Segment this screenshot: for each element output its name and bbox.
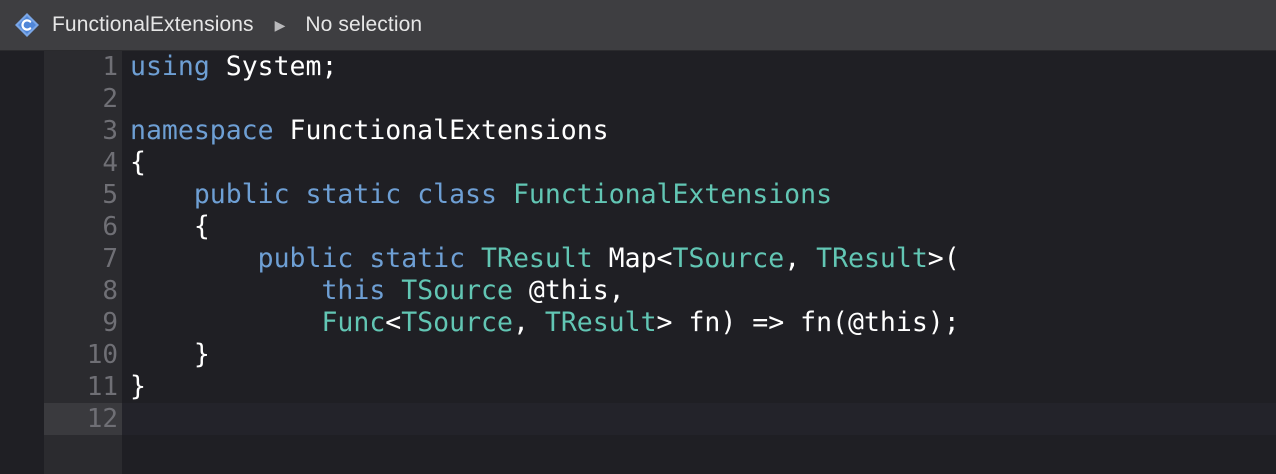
- code-token: Map<: [592, 243, 673, 274]
- csharp-file-icon[interactable]: [14, 12, 40, 38]
- code-text[interactable]: }: [130, 339, 210, 371]
- code-token: <: [385, 307, 402, 338]
- code-token: System;: [209, 51, 338, 82]
- code-line[interactable]: 10 }: [44, 339, 1276, 371]
- line-number: 11: [86, 372, 118, 402]
- code-line[interactable]: 2: [44, 83, 1276, 115]
- code-text[interactable]: }: [130, 371, 146, 403]
- code-token: @this,: [512, 275, 625, 306]
- code-line[interactable]: 12: [44, 403, 1276, 435]
- line-number: 10: [86, 340, 118, 370]
- line-number: 1: [102, 52, 118, 82]
- code-line[interactable]: 8 this TSource @this,: [44, 275, 1276, 307]
- type-token: TSource: [672, 243, 785, 274]
- code-line[interactable]: 4{: [44, 147, 1276, 179]
- code-text[interactable]: {: [130, 211, 210, 243]
- code-line[interactable]: 9 Func<TSource, TResult> fn) => fn(@this…: [44, 307, 1276, 339]
- code-token: {: [130, 147, 146, 178]
- type-token: TSource: [401, 275, 513, 306]
- code-token: {: [130, 211, 210, 242]
- line-number: 4: [102, 148, 118, 178]
- code-token: > fn) => fn(@this);: [656, 307, 960, 338]
- line-number: 12: [86, 404, 118, 434]
- keyword-token: this: [321, 275, 386, 306]
- line-number: 3: [102, 116, 118, 146]
- editor-left-margin: [0, 51, 44, 474]
- line-number: 9: [102, 308, 118, 338]
- line-number: 6: [102, 212, 118, 242]
- code-text[interactable]: namespace FunctionalExtensions: [130, 115, 609, 147]
- code-line[interactable]: 3 namespace FunctionalExtensions: [44, 115, 1276, 147]
- type-token: Func: [321, 307, 386, 338]
- code-text[interactable]: this TSource @this,: [130, 275, 625, 307]
- keyword-token: using: [130, 51, 210, 82]
- code-token: FunctionalExtensions: [273, 115, 609, 146]
- code-token: >(: [927, 243, 960, 274]
- code-line[interactable]: 6 {: [44, 211, 1276, 243]
- code-line[interactable]: 11}: [44, 371, 1276, 403]
- code-token: }: [130, 371, 146, 402]
- code-line[interactable]: 1 using System;: [44, 51, 1276, 83]
- line-number: 7: [102, 244, 118, 274]
- breadcrumb-file-name[interactable]: FunctionalExtensions: [52, 13, 254, 37]
- keyword-token: public static class: [193, 179, 497, 210]
- current-line-highlight: [122, 403, 1276, 435]
- code-token: }: [130, 339, 210, 370]
- type-token: TResult: [544, 307, 657, 338]
- code-text[interactable]: using System;: [130, 51, 337, 83]
- code-token: ,: [784, 243, 817, 274]
- code-line[interactable]: 7 public static TResult Map<TSource, TRe…: [44, 243, 1276, 275]
- keyword-token: namespace: [130, 115, 274, 146]
- code-line[interactable]: 5 public static class FunctionalExtensio…: [44, 179, 1276, 211]
- line-number: 5: [102, 180, 118, 210]
- code-text[interactable]: {: [130, 147, 146, 179]
- type-token: TResult: [816, 243, 928, 274]
- type-token: FunctionalExtensions: [512, 179, 833, 210]
- breadcrumb-selection[interactable]: No selection: [305, 13, 422, 37]
- code-text[interactable]: Func<TSource, TResult> fn) => fn(@this);: [130, 307, 960, 339]
- type-token: TSource: [401, 307, 513, 338]
- code-text[interactable]: public static class FunctionalExtensions: [130, 179, 832, 211]
- triangle-right-icon: ▶: [274, 17, 286, 33]
- keyword-token: public static: [257, 243, 466, 274]
- jump-bar: FunctionalExtensions ▶ No selection: [0, 0, 1276, 51]
- line-number: 8: [102, 276, 118, 306]
- code-token: ,: [512, 307, 545, 338]
- type-token: TResult: [481, 243, 593, 274]
- code-text[interactable]: public static TResult Map<TSource, TResu…: [130, 243, 960, 275]
- line-number: 2: [102, 84, 118, 114]
